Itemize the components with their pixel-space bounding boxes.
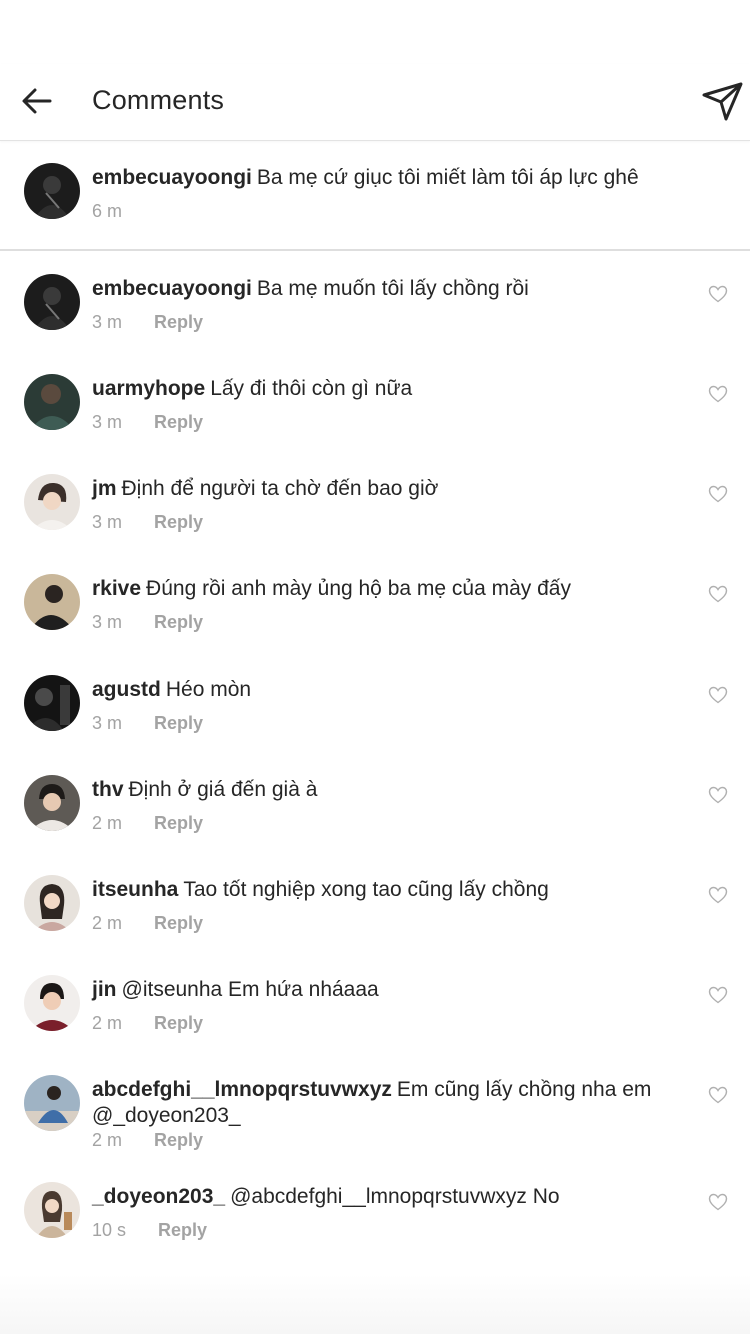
caption-meta: 6 m [92, 201, 122, 222]
comment-meta: 3 m Reply [92, 412, 203, 433]
comment-timestamp: 10 s [92, 1220, 127, 1240]
comment-username[interactable]: abcdefghi__lmnopqrstuvwxyz [92, 1078, 392, 1101]
avatar[interactable] [24, 975, 80, 1031]
avatar[interactable] [24, 875, 80, 931]
comment-meta: 2 m Reply [92, 1130, 203, 1151]
heart-icon[interactable] [708, 986, 728, 1004]
reply-button[interactable]: Reply [154, 312, 203, 333]
comment-timestamp: 2 m [92, 913, 123, 933]
heart-icon[interactable] [708, 786, 728, 804]
reply-button[interactable]: Reply [154, 612, 203, 633]
comment-username[interactable]: uarmyhope [92, 377, 205, 400]
page-title: Comments [92, 85, 225, 115]
comment-username[interactable]: jin [92, 978, 117, 1001]
comment-body: Đúng rồi anh mày ủng hộ ba mẹ của mày đấ… [146, 577, 571, 600]
comment-timestamp: 2 m [92, 813, 123, 833]
comment-timestamp: 3 m [92, 312, 123, 332]
reply-button[interactable]: Reply [154, 713, 203, 734]
comment-body: @itseunha Em hứa nháaaa [121, 978, 379, 1001]
comment-body: Héo mòn [165, 678, 252, 701]
arrow-left-icon[interactable] [20, 84, 54, 118]
comment-meta: 3 m Reply [92, 713, 203, 734]
comment-text: uarmyhope Lấy đi thôi còn gì nữa [92, 376, 682, 402]
comment-timestamp: 3 m [92, 713, 123, 733]
comment-text: jm Định để người ta chờ đến bao giờ [92, 476, 682, 502]
comment-meta: 3 m Reply [92, 512, 203, 533]
comment-meta: 3 m Reply [92, 612, 203, 633]
heart-icon[interactable] [708, 485, 728, 503]
comment-username[interactable]: rkive [92, 577, 141, 600]
comment-text: _doyeon203_ @abcdefghi__lmnopqrstuvwxyz N… [92, 1184, 682, 1210]
comment-text: jin @itseunha Em hứa nháaaa [92, 977, 682, 1003]
post-caption: embecuayoongi Ba mẹ cứ giục tôi miết làm … [0, 141, 750, 251]
caption-timestamp: 6 m [92, 201, 123, 221]
reply-button[interactable]: Reply [154, 1013, 203, 1034]
comment-meta: 3 m Reply [92, 312, 203, 333]
comment-timestamp: 2 m [92, 1013, 123, 1033]
comment-body: Tao tốt nghiệp xong tao cũng lấy chồng [183, 878, 549, 901]
avatar[interactable] [24, 274, 80, 330]
comment-timestamp: 3 m [92, 612, 123, 632]
avatar[interactable] [24, 1182, 80, 1238]
reply-button[interactable]: Reply [154, 512, 203, 533]
heart-icon[interactable] [708, 1086, 728, 1104]
comment-body: Định để người ta chờ đến bao giờ [121, 477, 439, 500]
avatar[interactable] [24, 775, 80, 831]
avatar[interactable] [24, 374, 80, 430]
avatar[interactable] [24, 163, 80, 219]
comment-body: Lấy đi thôi còn gì nữa [210, 377, 413, 400]
heart-icon[interactable] [708, 285, 728, 303]
caption-username[interactable]: embecuayoongi [92, 166, 252, 189]
caption-body: Ba mẹ cứ giục tôi miết làm tôi áp lực gh… [256, 166, 639, 189]
comment-meta: 2 m Reply [92, 1013, 203, 1034]
comment-username[interactable]: jm [92, 477, 117, 500]
status-bar [0, 0, 750, 64]
header-bar: Comments [0, 64, 750, 141]
avatar[interactable] [24, 474, 80, 530]
reply-button[interactable]: Reply [154, 412, 203, 433]
avatar[interactable] [24, 675, 80, 731]
heart-icon[interactable] [708, 886, 728, 904]
heart-icon[interactable] [708, 686, 728, 704]
comment-meta: 2 m Reply [92, 913, 203, 934]
caption-text: embecuayoongi Ba mẹ cứ giục tôi miết làm … [92, 165, 682, 191]
comment-text: rkive Đúng rồi anh mày ủng hộ ba mẹ của m… [92, 576, 682, 602]
paper-plane-icon[interactable] [702, 81, 744, 123]
reply-button[interactable]: Reply [154, 813, 203, 834]
comment-meta: 10 s Reply [92, 1220, 207, 1241]
comment-username[interactable]: embecuayoongi [92, 277, 252, 300]
heart-icon[interactable] [708, 385, 728, 403]
comment-text: embecuayoongi Ba mẹ muốn tôi lấy chồng rồ… [92, 276, 682, 302]
comment-text: itseunha Tao tốt nghiệp xong tao cũng lấy… [92, 877, 682, 903]
comment-username[interactable]: agustd [92, 678, 161, 701]
comment-body: Định ở giá đến già à [128, 778, 318, 801]
comment-username[interactable]: _doyeon203_ [92, 1185, 225, 1208]
comment-username[interactable]: thv [92, 778, 124, 801]
comment-timestamp: 3 m [92, 512, 123, 532]
avatar[interactable] [24, 1075, 80, 1131]
avatar[interactable] [24, 574, 80, 630]
heart-icon[interactable] [708, 585, 728, 603]
comment-timestamp: 2 m [92, 1130, 123, 1150]
reply-button[interactable]: Reply [154, 1130, 203, 1151]
comment-meta: 2 m Reply [92, 813, 203, 834]
comment-text: agustd Héo mòn [92, 677, 682, 703]
comment-text: abcdefghi__lmnopqrstuvwxyz Em cũng lấy ch… [92, 1077, 682, 1129]
reply-button[interactable]: Reply [154, 913, 203, 934]
heart-icon[interactable] [708, 1193, 728, 1211]
bottom-bar [0, 1274, 750, 1334]
comment-text: thv Định ở giá đến già à [92, 777, 682, 803]
comment-timestamp: 3 m [92, 412, 123, 432]
reply-button[interactable]: Reply [158, 1220, 207, 1241]
comment-username[interactable]: itseunha [92, 878, 178, 901]
comment-body: Ba mẹ muốn tôi lấy chồng rồi [256, 277, 529, 300]
comment-body: @abcdefghi__lmnopqrstuvwxyz No [230, 1185, 560, 1208]
